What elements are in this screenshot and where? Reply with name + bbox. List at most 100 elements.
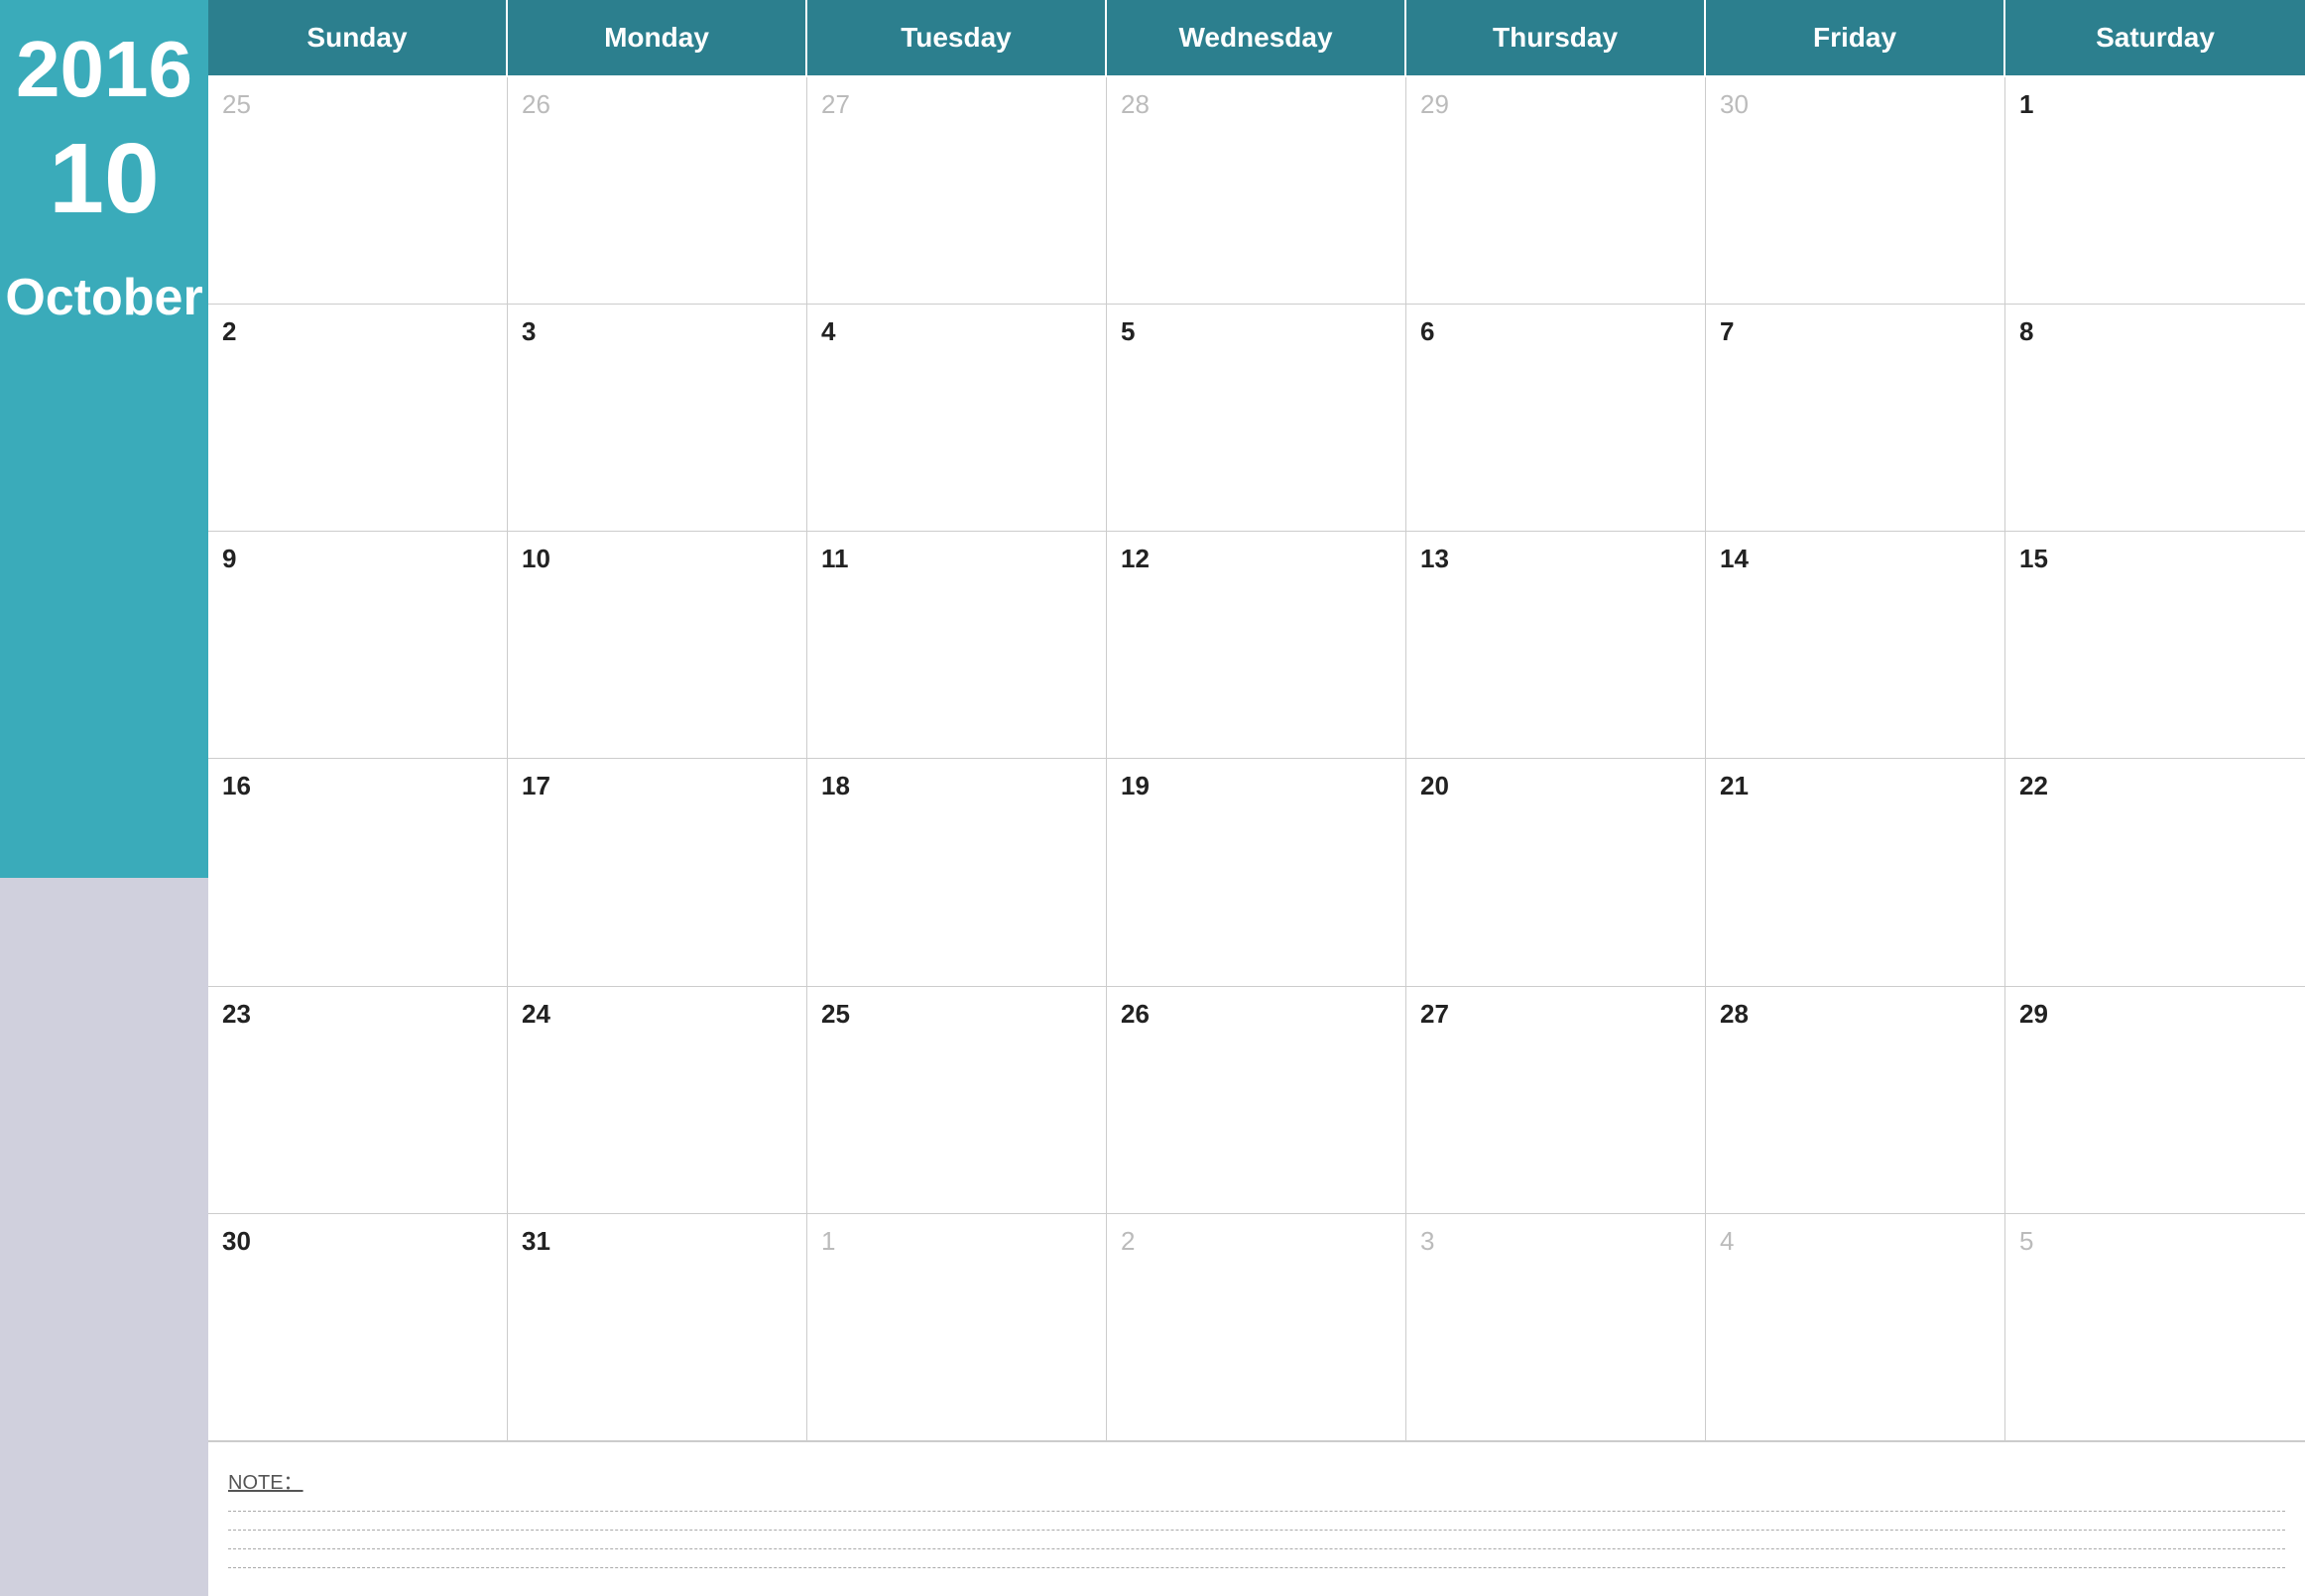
notes-line bbox=[228, 1530, 2285, 1531]
day-header-monday: Monday bbox=[508, 0, 807, 77]
calendar-cell[interactable]: 12 bbox=[1107, 532, 1406, 759]
calendar-cell[interactable]: 3 bbox=[508, 305, 807, 532]
cell-date: 3 bbox=[522, 316, 536, 346]
cell-date: 30 bbox=[1720, 89, 1749, 119]
calendar-cell[interactable]: 30 bbox=[208, 1214, 508, 1441]
days-header: SundayMondayTuesdayWednesdayThursdayFrid… bbox=[208, 0, 2305, 77]
day-header-wednesday: Wednesday bbox=[1107, 0, 1406, 77]
cell-date: 26 bbox=[1121, 999, 1150, 1029]
cell-date: 21 bbox=[1720, 771, 1749, 800]
calendar-cell[interactable]: 23 bbox=[208, 987, 508, 1214]
calendar-cell[interactable]: 4 bbox=[1706, 1214, 2005, 1441]
cell-date: 10 bbox=[522, 544, 550, 573]
notes-line bbox=[228, 1567, 2285, 1568]
calendar-cell[interactable]: 25 bbox=[208, 77, 508, 305]
calendar-cell[interactable]: 29 bbox=[1406, 77, 1706, 305]
cell-date: 7 bbox=[1720, 316, 1734, 346]
cell-date: 1 bbox=[2019, 89, 2033, 119]
cell-date: 27 bbox=[1420, 999, 1449, 1029]
calendar-cell[interactable]: 16 bbox=[208, 759, 508, 986]
calendar-cell[interactable]: 28 bbox=[1107, 77, 1406, 305]
calendar-cell[interactable]: 29 bbox=[2005, 987, 2305, 1214]
cell-date: 31 bbox=[522, 1226, 550, 1256]
cell-date: 11 bbox=[821, 544, 849, 573]
cell-date: 23 bbox=[222, 999, 251, 1029]
cell-date: 5 bbox=[1121, 316, 1135, 346]
notes-section: NOTE： bbox=[208, 1441, 2305, 1596]
cell-date: 15 bbox=[2019, 544, 2048, 573]
sidebar-year: 2016 bbox=[16, 30, 192, 109]
cell-date: 29 bbox=[2019, 999, 2048, 1029]
calendar-cell[interactable]: 14 bbox=[1706, 532, 2005, 759]
calendar-cell[interactable]: 25 bbox=[807, 987, 1107, 1214]
cell-date: 9 bbox=[222, 544, 236, 573]
calendar-wrapper: 2016 10 October SundayMondayTuesdayWedne… bbox=[0, 0, 2305, 1596]
cell-date: 16 bbox=[222, 771, 251, 800]
calendar-cell[interactable]: 17 bbox=[508, 759, 807, 986]
calendar-cell[interactable]: 26 bbox=[1107, 987, 1406, 1214]
day-header-saturday: Saturday bbox=[2005, 0, 2305, 77]
cell-date: 22 bbox=[2019, 771, 2048, 800]
calendar-cell[interactable]: 11 bbox=[807, 532, 1107, 759]
notes-label: NOTE： bbox=[228, 1466, 2285, 1495]
cell-date: 20 bbox=[1420, 771, 1449, 800]
calendar-cell[interactable]: 18 bbox=[807, 759, 1107, 986]
calendar-cell[interactable]: 6 bbox=[1406, 305, 1706, 532]
calendar-grid: 2526272829301234567891011121314151617181… bbox=[208, 77, 2305, 1441]
calendar-cell[interactable]: 24 bbox=[508, 987, 807, 1214]
day-header-sunday: Sunday bbox=[208, 0, 508, 77]
calendar-cell[interactable]: 27 bbox=[1406, 987, 1706, 1214]
calendar-cell[interactable]: 30 bbox=[1706, 77, 2005, 305]
cell-date: 19 bbox=[1121, 771, 1150, 800]
cell-date: 30 bbox=[222, 1226, 251, 1256]
cell-date: 12 bbox=[1121, 544, 1150, 573]
calendar-cell[interactable]: 4 bbox=[807, 305, 1107, 532]
sidebar: 2016 10 October bbox=[0, 0, 208, 1596]
calendar-cell[interactable]: 3 bbox=[1406, 1214, 1706, 1441]
calendar-cell[interactable]: 20 bbox=[1406, 759, 1706, 986]
cell-date: 17 bbox=[522, 771, 550, 800]
calendar-cell[interactable]: 27 bbox=[807, 77, 1107, 305]
cell-date: 2 bbox=[1121, 1226, 1135, 1256]
calendar-cell[interactable]: 1 bbox=[807, 1214, 1107, 1441]
calendar-cell[interactable]: 22 bbox=[2005, 759, 2305, 986]
calendar-cell[interactable]: 2 bbox=[208, 305, 508, 532]
main-content: SundayMondayTuesdayWednesdayThursdayFrid… bbox=[208, 0, 2305, 1596]
cell-date: 25 bbox=[821, 999, 850, 1029]
calendar-cell[interactable]: 10 bbox=[508, 532, 807, 759]
sidebar-month-num: 10 bbox=[49, 129, 159, 228]
cell-date: 27 bbox=[821, 89, 850, 119]
cell-date: 28 bbox=[1121, 89, 1150, 119]
notes-line bbox=[228, 1548, 2285, 1549]
calendar-cell[interactable]: 5 bbox=[1107, 305, 1406, 532]
cell-date: 13 bbox=[1420, 544, 1449, 573]
calendar-cell[interactable]: 21 bbox=[1706, 759, 2005, 986]
calendar-cell[interactable]: 19 bbox=[1107, 759, 1406, 986]
notes-line bbox=[228, 1511, 2285, 1512]
cell-date: 4 bbox=[1720, 1226, 1734, 1256]
cell-date: 3 bbox=[1420, 1226, 1434, 1256]
calendar-cell[interactable]: 28 bbox=[1706, 987, 2005, 1214]
calendar-cell[interactable]: 5 bbox=[2005, 1214, 2305, 1441]
calendar-cell[interactable]: 15 bbox=[2005, 532, 2305, 759]
calendar-cell[interactable]: 7 bbox=[1706, 305, 2005, 532]
calendar-cell[interactable]: 26 bbox=[508, 77, 807, 305]
calendar-cell[interactable]: 31 bbox=[508, 1214, 807, 1441]
cell-date: 2 bbox=[222, 316, 236, 346]
cell-date: 14 bbox=[1720, 544, 1749, 573]
cell-date: 1 bbox=[821, 1226, 835, 1256]
calendar-cell[interactable]: 9 bbox=[208, 532, 508, 759]
cell-date: 28 bbox=[1720, 999, 1749, 1029]
calendar-cell[interactable]: 1 bbox=[2005, 77, 2305, 305]
day-header-tuesday: Tuesday bbox=[807, 0, 1107, 77]
calendar-cell[interactable]: 2 bbox=[1107, 1214, 1406, 1441]
cell-date: 8 bbox=[2019, 316, 2033, 346]
calendar-cell[interactable]: 8 bbox=[2005, 305, 2305, 532]
calendar-cell[interactable]: 13 bbox=[1406, 532, 1706, 759]
cell-date: 24 bbox=[522, 999, 550, 1029]
sidebar-month-name: October bbox=[5, 268, 202, 327]
cell-date: 4 bbox=[821, 316, 835, 346]
cell-date: 29 bbox=[1420, 89, 1449, 119]
cell-date: 26 bbox=[522, 89, 550, 119]
day-header-friday: Friday bbox=[1706, 0, 2005, 77]
